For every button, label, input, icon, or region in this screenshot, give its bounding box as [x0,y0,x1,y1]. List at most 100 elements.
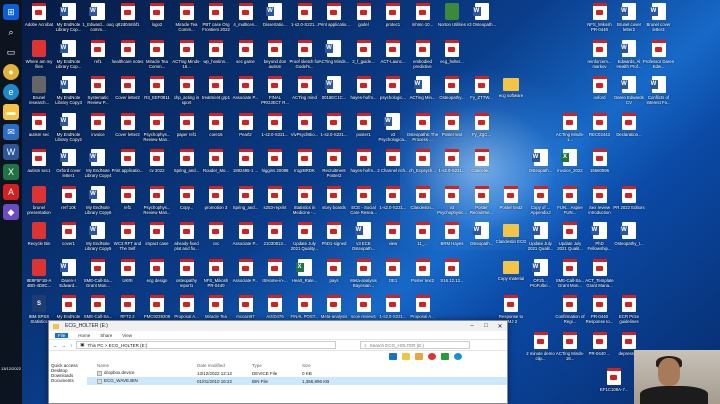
desktop-icon-label: s253-reprint [263,204,287,210]
mail-icon[interactable]: ✉ [3,124,19,140]
search-placeholder: Search ECG_HOLTER (E:) [369,342,424,348]
file-row[interactable]: dropbox.device 13/12/2022 12:12 DEVICE F… [87,369,507,377]
back-icon[interactable]: ← [53,343,58,348]
address-bar[interactable]: ▣ This PC > ECG_HOLTER (E:) [76,341,337,349]
pdf-file-icon [61,222,76,239]
desktop-icon-label: promotion 3 [204,204,228,210]
start-icon[interactable]: ⊞ [3,4,19,20]
pdf-file-icon [179,149,194,166]
pdf-file-icon [238,258,253,276]
folder-icon [53,323,59,329]
pdf-file-icon [297,185,312,203]
desktop-icon[interactable]: S16.12.12... [437,256,467,300]
desktop-icon-label: ACT-Launc... [380,58,406,64]
pdf-file-icon [327,3,341,20]
tab-share[interactable]: Share [100,333,112,338]
column-type[interactable]: Type [252,363,302,368]
pdf-file-icon [268,185,282,203]
pdf-file-icon [415,112,430,130]
desktop-icon-label: Print applicatio... [111,168,144,173]
rename-icon[interactable] [415,352,423,360]
pdf-file-icon [592,185,607,203]
file-row[interactable]: ECG_WAVE.BIN 01/01/2010 16:22 BIN File 1… [87,377,507,385]
pdf-file-icon [209,149,223,166]
check-icon[interactable] [441,352,449,360]
desktop-icon-label: Clandestin ECG [495,239,527,244]
column-headers: Name Date modified Type Size [87,361,507,369]
task-view-icon[interactable]: ▭ [3,44,19,60]
pdf-file-icon [91,258,105,276]
clock[interactable]: 13/12/2022 [0,366,22,372]
desktop-icon-label: S16.12.12... [440,277,464,283]
window-titlebar[interactable]: ECG_HOLTER (E:) – □ ✕ [49,321,507,331]
photos-icon[interactable]: ◆ [3,204,19,220]
pdf-file-icon [445,222,459,239]
maximize-icon[interactable]: □ [479,323,493,330]
word-icon[interactable]: W [3,144,19,160]
desktop-icon[interactable]: v3 Osteopath... [467,0,497,44]
pdf-file-icon [327,185,341,203]
pdf-file-icon [268,222,282,239]
desktop-icon-label: Proposal A... [410,314,435,319]
file-explorer-icon[interactable]: ▬ [3,104,19,120]
desktop-icon-label: R3_EEF0811 [144,95,170,100]
tab-view[interactable]: View [122,333,132,338]
pdf-file-icon [209,295,223,312]
minimize-icon[interactable]: – [465,323,479,330]
desktop-icon-label: cover1 [62,241,75,246]
new-folder-icon[interactable] [402,352,410,360]
desktop-icon-label: Recruitment Poster2 [322,168,346,178]
delete-icon[interactable] [428,352,436,360]
desktop-icon[interactable]: Conflicts of Interest Fo... [644,73,674,117]
desktop-icon-label: UKRI [122,277,133,283]
desktop-icon-label: OE1 [388,277,398,283]
desktop-icon-label: v3 ECE Osteopath... [351,241,376,251]
search-icon[interactable]: ⌕ [3,24,19,40]
pdf-file-icon [297,39,312,57]
person-head [658,358,680,386]
desktop-icon-label: oxford [593,95,606,100]
search-box[interactable]: ⌕ Search ECG_HOLTER (E:) [360,341,471,349]
desktop-icon-label: Poster text [441,131,463,137]
desktop-icon-label: 1-s2.0-S221... [320,131,348,137]
pdf-file-icon [607,368,622,385]
word-file-icon [59,39,76,57]
column-name[interactable]: Name [97,363,197,368]
desktop-icon[interactable]: 2 minute demo clip... [526,329,556,373]
tab-file[interactable]: File [55,332,69,338]
desktop-icon-label: Daren Edwards CV [614,95,644,105]
navigation-pane: Quick access Desktop Downloads Documents [49,361,87,385]
word-file-icon [89,149,105,166]
column-date[interactable]: Date modified [197,363,252,368]
desktop-icon-label: 4_multicen... [233,22,258,27]
desktop-icon[interactable]: ecg software [496,73,526,117]
nav-item[interactable]: Documents [51,378,85,383]
file-size: 1,356,896 KB [302,378,330,384]
forward-icon[interactable]: → [62,343,67,348]
desktop-icon-label: PMC9239209 [143,314,171,319]
column-size[interactable]: Size [302,363,342,368]
desktop-icon[interactable]: Declaration... [614,110,644,154]
excel-icon[interactable]: X [3,164,19,180]
desktop-icon[interactable]: Osteopathy_t... [614,219,644,263]
desktop-icon-label: Print applicatio... [318,22,350,27]
desktop-icon[interactable]: OF2b... ProFulbri... [526,256,556,300]
pdf-icon[interactable]: A [3,184,19,200]
tab-home[interactable]: Home [78,333,90,338]
close-icon[interactable]: ✕ [493,323,507,330]
pdf-file-icon [268,295,282,312]
desktop-icon-label: 1_Edward... ooq comm... [82,22,114,32]
file-name-cell: ECG_WAVE.BIN [97,378,197,384]
pdf-file-icon [386,295,400,312]
up-icon[interactable]: ↑ [70,343,72,348]
desktop-icon[interactable]: ACTing Minds-18... [555,329,585,373]
desktop-icon-label: Daren-I Edward... [59,277,78,288]
pdf-file-icon [563,331,577,349]
help-icon[interactable] [454,352,462,360]
chrome-icon[interactable]: ● [3,64,19,80]
edge-icon[interactable]: e [3,84,19,100]
desktop-icon[interactable]: EF1C108A-7... [599,365,629,404]
desktop-icon-label: REC02443 [588,131,611,137]
desktop-icon[interactable]: Osteopath... [467,219,497,263]
properties-icon[interactable] [389,352,397,360]
